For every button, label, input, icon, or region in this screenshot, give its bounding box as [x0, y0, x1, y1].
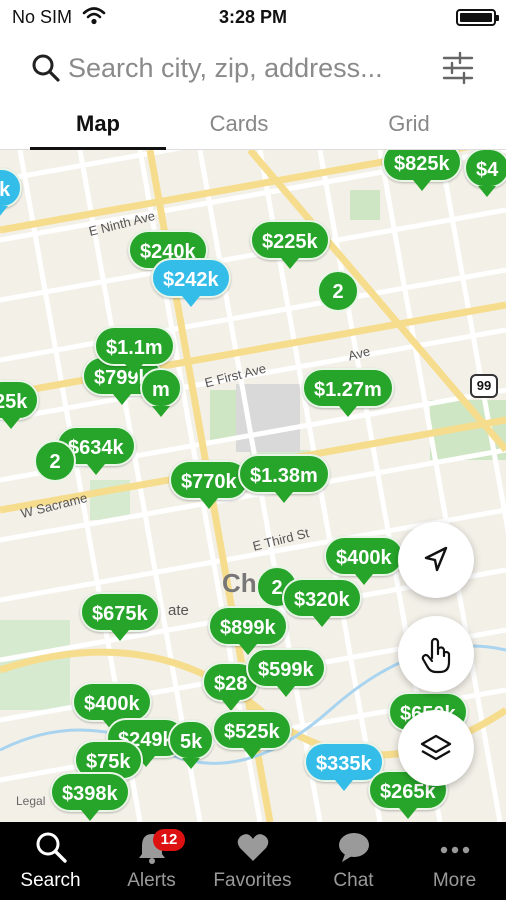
search-bar: [0, 36, 506, 100]
search-icon: [30, 52, 62, 89]
price-pin[interactable]: $398k: [50, 772, 130, 821]
hand-pointer-icon: [421, 637, 451, 674]
chat-icon: [339, 833, 369, 862]
tabbar-label: Alerts: [127, 870, 176, 891]
price-pin[interactable]: $335k: [304, 742, 384, 791]
filter-sliders-icon[interactable]: [438, 48, 478, 88]
my-location-button[interactable]: [398, 522, 474, 598]
city-label: Ch: [222, 568, 257, 598]
map-layers-button[interactable]: [398, 710, 474, 786]
price-pin[interactable]: $770k: [169, 460, 249, 509]
place-label: ate: [168, 602, 189, 619]
price-pin[interactable]: $1.38m: [238, 454, 330, 503]
price-pin[interactable]: $899k: [208, 606, 288, 655]
price-pin[interactable]: $525k: [212, 710, 292, 759]
price-pin[interactable]: $1.27m: [302, 368, 394, 417]
status-time: 3:28 PM: [218, 7, 288, 27]
tab-map[interactable]: Map: [30, 100, 166, 150]
legal-link[interactable]: Legal: [16, 794, 45, 808]
heart-icon: [237, 834, 269, 861]
tabbar-more[interactable]: More: [404, 822, 505, 900]
view-tabs: Map Cards Grid: [0, 100, 506, 150]
tabbar-label: Favorites: [213, 870, 292, 891]
more-icon: [440, 846, 470, 854]
tabbar-search[interactable]: Search: [0, 822, 101, 900]
tabbar-label: Search: [20, 870, 81, 891]
price-pin[interactable]: $825k: [382, 150, 462, 191]
tab-cards[interactable]: Cards: [171, 100, 307, 150]
tabbar-favorites[interactable]: Favorites: [202, 822, 303, 900]
price-pin[interactable]: m: [140, 368, 182, 417]
highway-shield: 99: [470, 374, 498, 398]
price-pin[interactable]: $599k: [246, 648, 326, 697]
price-pin[interactable]: $225k: [250, 220, 330, 269]
tabbar-chat[interactable]: Chat: [303, 822, 404, 900]
layers-icon: [420, 734, 452, 761]
price-pin[interactable]: 5k: [168, 720, 215, 769]
map-view[interactable]: E Ninth Ave E First Ave W Sacrame E Thir…: [0, 150, 506, 822]
battery-icon: [456, 9, 499, 26]
price-pin[interactable]: $242k: [151, 258, 231, 307]
price-pin[interactable]: $400k: [72, 682, 152, 731]
draw-search-button[interactable]: [398, 616, 474, 692]
search-icon: [36, 832, 67, 863]
tabbar-label: More: [432, 870, 477, 891]
status-bar: No SIM 3:28 PM: [0, 0, 506, 34]
location-arrow-icon: [424, 546, 448, 572]
tabbar-alerts[interactable]: 12 Alerts: [101, 822, 202, 900]
cluster-marker[interactable]: 2: [317, 270, 359, 312]
price-pin[interactable]: $400k: [324, 536, 404, 585]
tabbar-label: Chat: [333, 870, 374, 891]
alerts-count-badge: 12: [153, 829, 185, 851]
price-pin[interactable]: $320k: [282, 578, 362, 627]
price-pin[interactable]: $4: [464, 150, 506, 197]
search-input[interactable]: [68, 48, 428, 88]
bottom-tab-bar: Search 12 Alerts Favorites Chat More: [0, 822, 506, 900]
tab-grid[interactable]: Grid: [341, 100, 477, 150]
price-pin[interactable]: $1.1m: [94, 326, 175, 375]
cluster-marker[interactable]: 2: [34, 440, 76, 482]
price-pin[interactable]: $675k: [80, 592, 160, 641]
